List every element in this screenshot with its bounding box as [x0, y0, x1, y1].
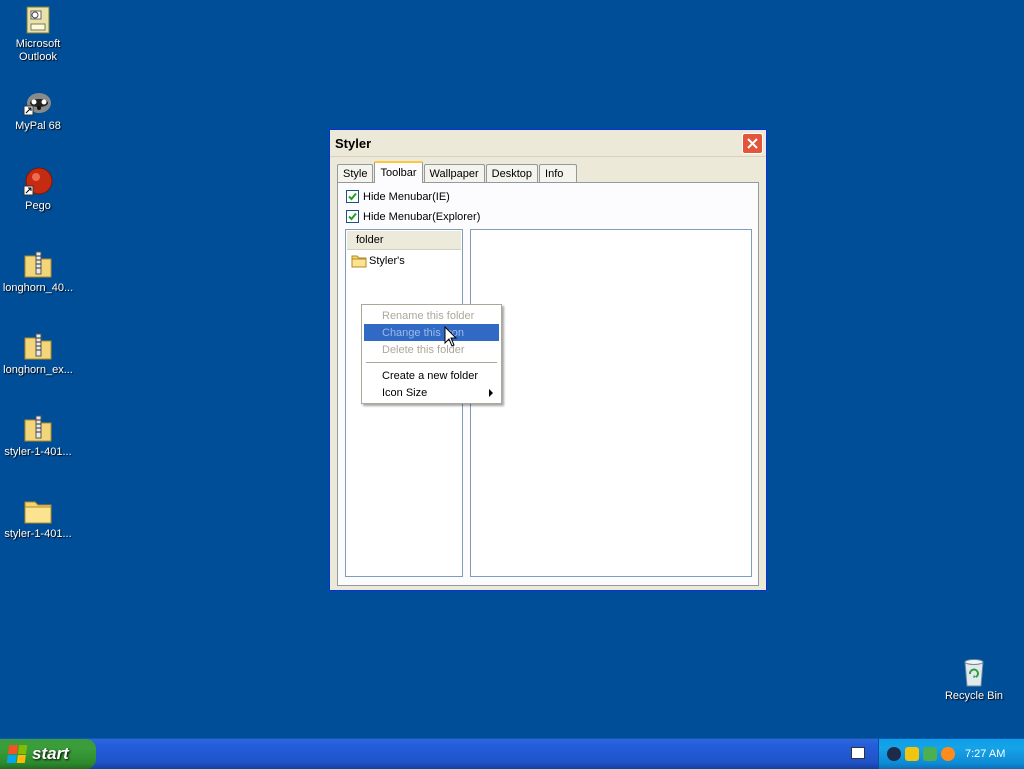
tree-item-label: Styler's — [369, 255, 405, 267]
tree-item-stylers[interactable]: Styler's — [351, 254, 462, 268]
close-button[interactable] — [742, 133, 763, 154]
desktop-icon-label: longhorn_40... — [2, 282, 74, 294]
checkbox-box[interactable] — [346, 190, 359, 203]
start-button[interactable]: start — [0, 739, 96, 769]
menu-item-create-folder[interactable]: Create a new folder — [364, 367, 499, 384]
desktop-icon-label: styler-1-401... — [4, 446, 72, 458]
search-icon[interactable] — [941, 747, 955, 761]
check-icon — [348, 212, 357, 221]
menu-item-change-icon[interactable]: Change this icon — [364, 324, 499, 341]
tray-app-icon[interactable] — [887, 747, 901, 761]
desktop-icon-label: styler-1-401... — [4, 528, 72, 540]
checkbox-label: Hide Menubar(Explorer) — [363, 210, 481, 223]
recycle-bin-icon — [958, 656, 990, 688]
desktop-icon-styler-folder[interactable]: styler-1-401... — [0, 494, 76, 541]
desktop-icon-mypal[interactable]: MyPal 68 — [0, 86, 76, 133]
start-label: start — [32, 744, 69, 763]
network-icon[interactable] — [923, 747, 937, 761]
zip-folder-icon — [22, 412, 54, 444]
outlook-icon — [22, 4, 54, 36]
tab-strip: Style Toolbar Wallpaper Desktop Info — [337, 161, 578, 183]
menu-separator — [366, 362, 497, 363]
toolbar-preview-pane[interactable] — [470, 229, 752, 577]
window-title-bar[interactable]: Styler — [330, 130, 766, 157]
checkbox-label: Hide Menubar(IE) — [363, 190, 450, 203]
hide-menubar-explorer-checkbox[interactable]: Hide Menubar(Explorer) — [346, 210, 480, 223]
folder-icon — [22, 494, 54, 526]
tab-desktop[interactable]: Desktop — [485, 164, 539, 183]
mypal-icon — [22, 86, 54, 118]
menu-item-delete-folder[interactable]: Delete this folder — [364, 341, 499, 358]
tab-toolbar[interactable]: Toolbar — [374, 161, 423, 183]
zip-folder-icon — [22, 330, 54, 362]
close-icon — [747, 138, 758, 149]
check-icon — [348, 192, 357, 201]
tree-column-header[interactable]: folder — [347, 231, 461, 250]
menu-item-icon-size[interactable]: Icon Size — [364, 384, 499, 401]
submenu-arrow-icon — [489, 389, 493, 397]
tab-style[interactable]: Style — [337, 164, 374, 183]
desktop-icon-styler-zip[interactable]: styler-1-401... — [0, 412, 76, 459]
desktop-icon-label: MyPal 68 — [15, 120, 61, 132]
folder-icon — [351, 255, 367, 268]
tab-info[interactable]: Info — [539, 164, 578, 183]
menu-item-rename-folder[interactable]: Rename this folder — [364, 307, 499, 324]
window-title: Styler — [335, 135, 372, 151]
desktop-icon-label: longhorn_ex... — [3, 364, 73, 376]
zip-folder-icon — [22, 248, 54, 280]
desktop-icon-label: Recycle Bin — [944, 690, 1004, 702]
desktop-icon-pego[interactable]: Pego — [0, 166, 76, 213]
pego-icon — [22, 166, 54, 198]
taskbar: start 7:27 AM — [0, 738, 1024, 769]
desktop-icon-longhorn-40[interactable]: longhorn_40... — [0, 248, 76, 295]
keyboard-language-icon[interactable] — [851, 747, 865, 759]
system-tray: 7:27 AM — [878, 739, 1024, 769]
desktop-icon-recycle-bin[interactable]: Recycle Bin — [936, 656, 1012, 703]
desktop-icon-outlook[interactable]: Microsoft Outlook — [0, 4, 76, 64]
security-shield-icon[interactable] — [905, 747, 919, 761]
mouse-pointer-icon — [444, 326, 458, 347]
menu-item-label: Icon Size — [382, 386, 428, 399]
windows-logo-icon — [6, 745, 28, 763]
clock[interactable]: 7:27 AM — [965, 748, 1005, 760]
checkbox-box[interactable] — [346, 210, 359, 223]
desktop-icon-label: Microsoft Outlook — [15, 38, 61, 63]
hide-menubar-ie-checkbox[interactable]: Hide Menubar(IE) — [346, 190, 450, 203]
desktop-icon-longhorn-ex[interactable]: longhorn_ex... — [0, 330, 76, 377]
context-menu: Rename this folder Change this icon Dele… — [361, 304, 502, 404]
tab-wallpaper[interactable]: Wallpaper — [423, 164, 485, 183]
desktop-icon-label: Pego — [25, 200, 51, 212]
